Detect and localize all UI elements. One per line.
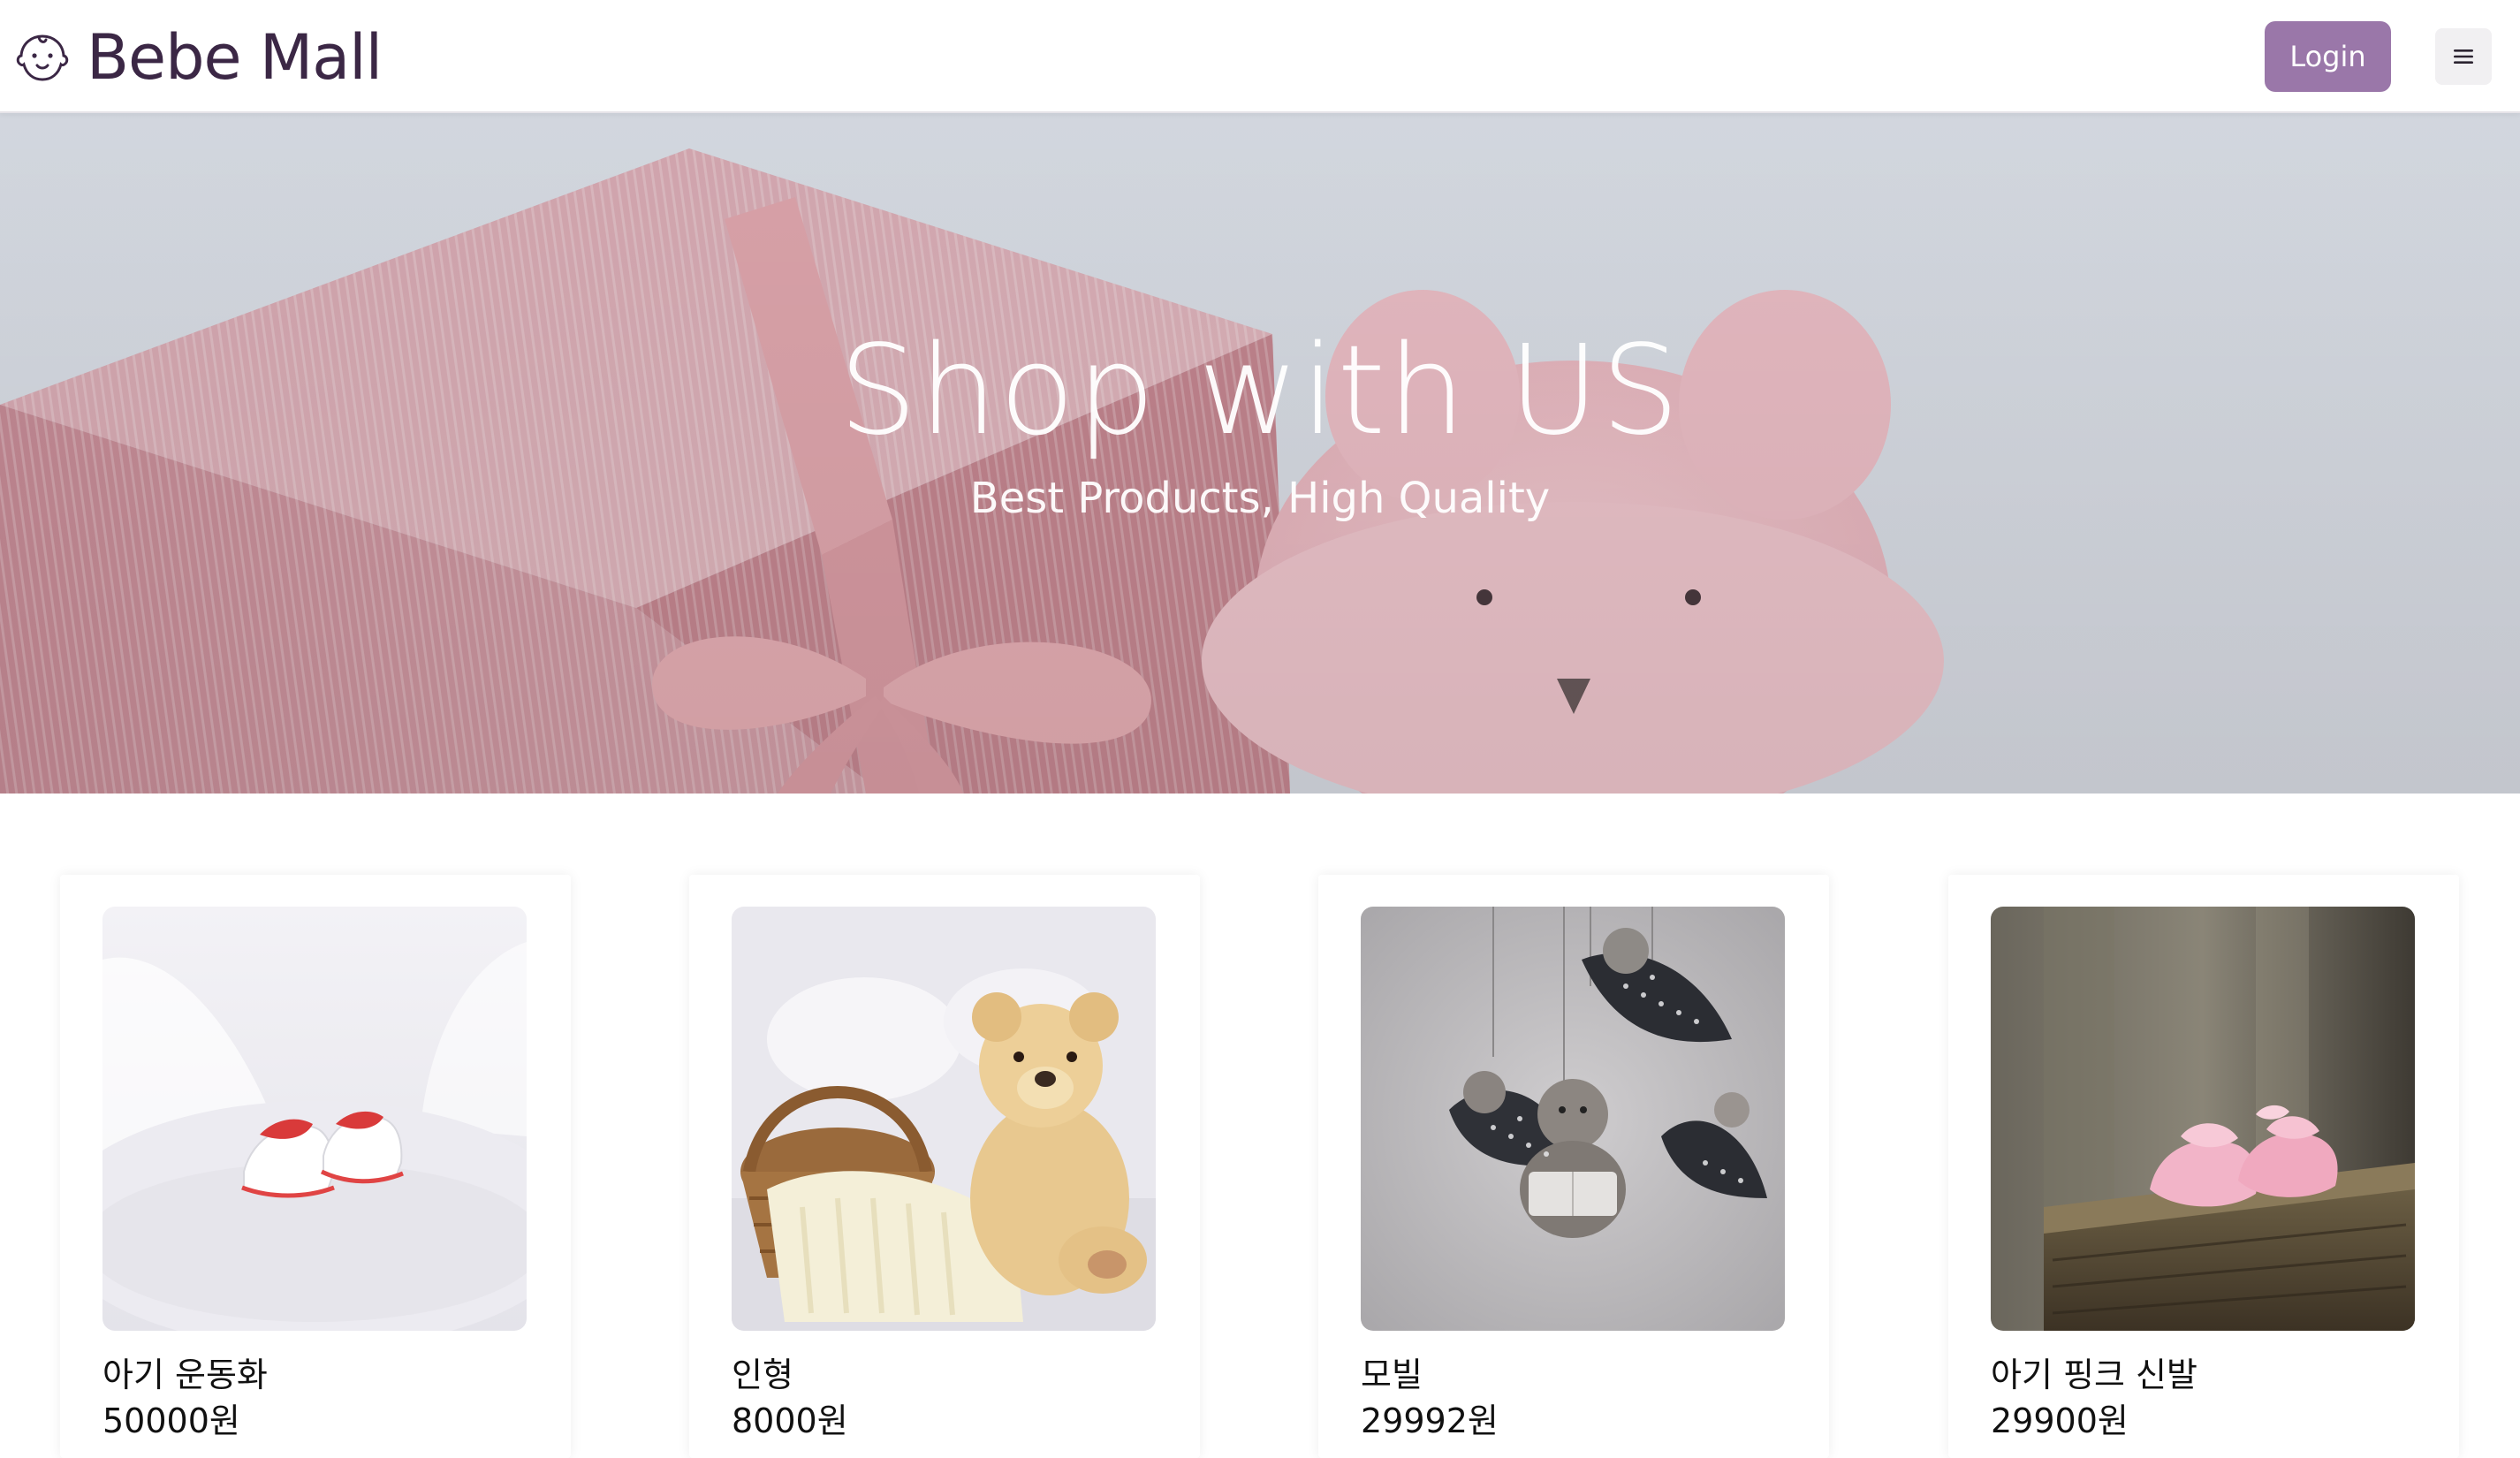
product-image-link[interactable]: [1361, 907, 1785, 1331]
product-card[interactable]: 인형 8000원: [689, 875, 1200, 1458]
product-price: 29900원: [1991, 1401, 2129, 1440]
product-name: 인형: [732, 1355, 793, 1394]
product-price: 50000원: [102, 1401, 240, 1440]
hero-title: Shop with US: [839, 319, 1681, 463]
baby-mobile-image: [1361, 907, 1785, 1331]
hero-banner: Shop with US Best Products, High Quality: [0, 113, 2520, 794]
brand-name: Bebe Mall: [87, 21, 383, 94]
baby-sneakers-image: [102, 907, 527, 1331]
login-button[interactable]: Login: [2265, 21, 2391, 92]
product-image-link[interactable]: [732, 907, 1156, 1331]
product-name: 모빌: [1361, 1355, 1423, 1394]
product-card[interactable]: 아기 핑크 신발 29900원: [1948, 875, 2459, 1458]
product-price: 29992원: [1361, 1401, 1499, 1440]
product-image-link[interactable]: [1991, 907, 2415, 1331]
product-name: 아기 운동화: [102, 1355, 268, 1394]
baby-face-icon: [16, 34, 69, 81]
brand-link[interactable]: Bebe Mall: [14, 18, 383, 97]
site-header: Bebe Mall Login: [0, 0, 2520, 113]
teddy-bear-image: [732, 907, 1156, 1331]
product-price: 8000원: [732, 1401, 848, 1440]
product-name: 아기 핑크 신발: [1991, 1355, 2197, 1394]
hamburger-menu-icon: [2454, 49, 2473, 64]
menu-toggle-button[interactable]: [2435, 28, 2492, 85]
pink-baby-shoes-image: [1991, 907, 2415, 1331]
product-card[interactable]: 모빌 29992원: [1318, 875, 1829, 1458]
product-grid: 아기 운동화 50000원 인형 8000원 모빌 29992원 아기 핑크 신…: [0, 794, 2520, 1458]
hero-subtitle: Best Products, High Quality: [969, 474, 1551, 523]
product-card[interactable]: 아기 운동화 50000원: [60, 875, 571, 1458]
product-image-link[interactable]: [102, 907, 527, 1331]
